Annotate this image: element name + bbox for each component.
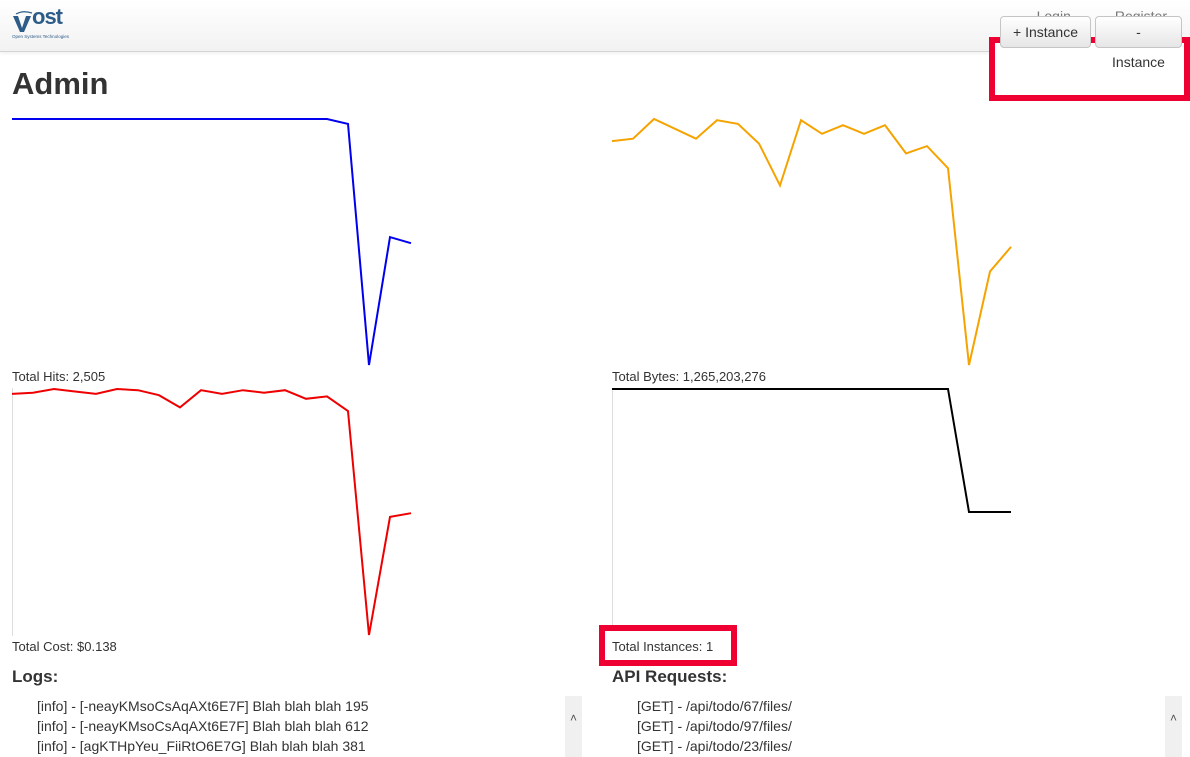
api-request-item: [GET] - /api/todo/23/files/ [637,738,792,754]
brand-logo[interactable]: ost Open Systems Technologies [12,4,82,46]
total-cost-label: Total Cost: $0.138 [12,639,117,654]
cost-series-line [11,387,412,636]
logo-subtext: Open Systems Technologies [12,34,69,39]
logs-list: [info] - [-neayKMsoCsAqAXt6E7F] Blah bla… [37,696,369,756]
total-hits-label: Total Hits: 2,505 [12,369,106,384]
api-requests-title: API Requests: [612,667,728,686]
chevron-up-icon[interactable]: ˄ [1165,710,1182,727]
api-request-item: [GET] - /api/todo/67/files/ [637,698,792,714]
remove-instance-button[interactable]: - Instance [1095,16,1182,70]
log-item: [info] - [-neayKMsoCsAqAXt6E7F] Blah bla… [37,718,369,734]
logo-mark-icon [13,11,33,32]
total-bytes-label: Total Bytes: 1,265,203,276 [612,369,766,384]
api-requests-list: [GET] - /api/todo/67/files/ [GET] - /api… [637,696,792,756]
bytes-series-line [611,117,1012,366]
hits-series-line [12,118,412,366]
instances-series-line [612,388,1011,513]
logo-text: ost [32,4,63,29]
cost-chart [11,387,412,636]
add-instance-button[interactable]: + Instance [1000,16,1091,48]
api-request-item: [GET] - /api/todo/97/files/ [637,718,792,734]
instances-chart [612,388,1011,636]
page-title: Admin [12,66,109,101]
bytes-chart [611,117,1012,366]
log-item: [info] - [-neayKMsoCsAqAXt6E7F] Blah bla… [37,698,369,714]
total-instances-label: Total Instances: 1 [612,639,714,654]
chevron-up-icon[interactable]: ˄ [565,710,582,727]
logs-scrollbar[interactable]: ˄ [565,696,582,757]
logs-title: Logs: [12,667,59,686]
log-item: [info] - [agKTHpYeu_FiiRtO6E7G] Blah bla… [37,738,366,754]
api-requests-scrollbar[interactable]: ˄ [1165,696,1182,757]
hits-chart [12,118,412,366]
